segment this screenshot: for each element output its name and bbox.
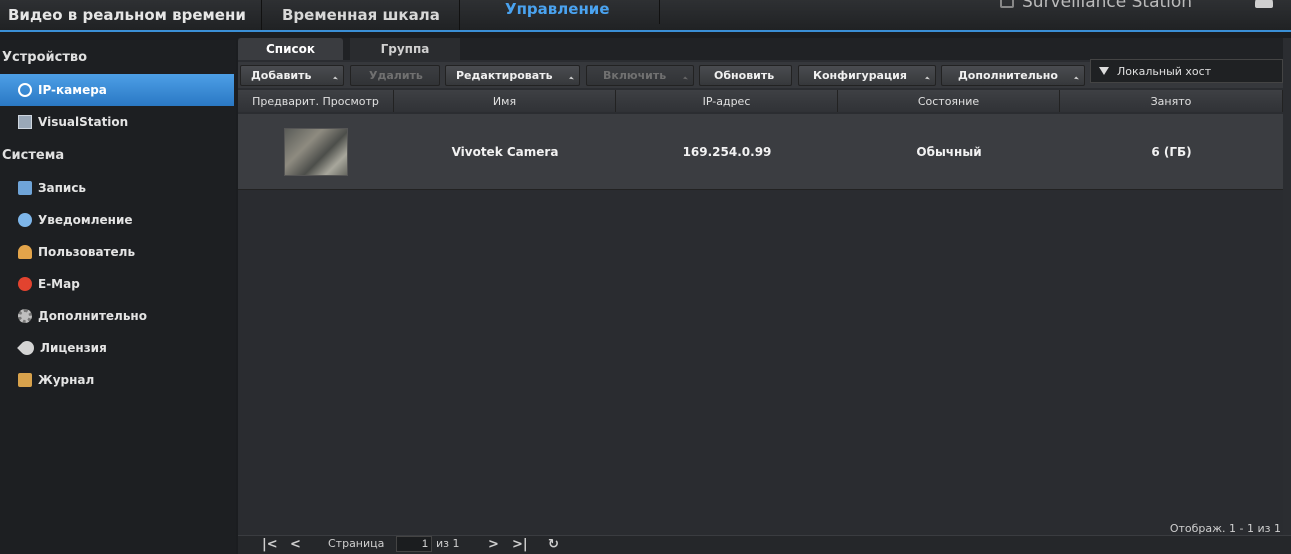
chevron-down-icon (1074, 76, 1079, 82)
chevron-down-icon (925, 76, 930, 82)
sidebar-item-label: Журнал (38, 373, 95, 387)
visualstation-icon (18, 115, 32, 129)
filter-icon (1099, 67, 1109, 75)
sidebar-item-label: Дополнительно (38, 309, 147, 323)
table-row[interactable]: Vivotek Camera 169.254.0.99 Обычный 6 (Г… (238, 114, 1283, 190)
table-header: Предварит. Просмотр Имя IP-адрес Состоян… (238, 90, 1283, 112)
recording-icon (18, 181, 32, 195)
tab-list[interactable]: Список (238, 38, 343, 60)
chevron-down-icon (683, 76, 688, 82)
last-page-icon[interactable]: >| (512, 537, 528, 552)
status-cell: Обычный (916, 145, 982, 159)
sidebar-item-ip-camera[interactable]: IP-камера (0, 74, 234, 106)
used-cell: 6 (ГБ) (1151, 145, 1192, 159)
chevron-down-icon (333, 76, 338, 82)
sidebar-item-label: E-Map (38, 277, 80, 291)
sidebar-item-visualstation[interactable]: VisualStation (0, 106, 236, 138)
name-cell: Vivotek Camera (451, 145, 559, 159)
pagination-bar: |< < Страница из 1 > >| ↻ Отображ. 1 - 1… (238, 522, 1291, 554)
user-menu-icon[interactable] (1255, 0, 1273, 8)
sub-tabs: Список Группа (238, 38, 1283, 60)
main-panel: Список Группа Добавить Удалить Редактиро… (238, 38, 1291, 554)
configuration-button-label: Конфигурация (813, 69, 907, 82)
notification-icon (18, 213, 32, 227)
host-filter[interactable]: Локальный хост (1090, 59, 1283, 83)
sidebar-item-label: VisualStation (38, 115, 129, 129)
sidebar-item-user[interactable]: Пользователь (0, 236, 236, 268)
table-empty-area (238, 190, 1283, 535)
sidebar-item-recording[interactable]: Запись (0, 172, 236, 204)
top-bar: Видео в реальном времени Временная шкала… (0, 0, 1291, 32)
refresh-button[interactable]: Обновить (699, 65, 792, 86)
add-button[interactable]: Добавить (240, 65, 344, 86)
sidebar-item-notification[interactable]: Уведомление (0, 204, 236, 236)
tab-management[interactable]: Управление (460, 0, 660, 24)
next-page-icon[interactable]: > (488, 537, 499, 552)
sidebar-item-label: Уведомление (38, 213, 133, 227)
sidebar-item-label: Лицензия (40, 341, 107, 355)
page-label: Страница (328, 537, 385, 550)
tab-timeline[interactable]: Временная шкала (262, 0, 460, 30)
sidebar-section-device: Устройство (2, 49, 88, 65)
page-input[interactable] (396, 536, 432, 552)
surveillance-station-icon (1000, 0, 1014, 8)
camera-icon (18, 83, 32, 97)
column-status[interactable]: Состояние (838, 90, 1060, 112)
refresh-icon[interactable]: ↻ (548, 537, 559, 552)
column-name[interactable]: Имя (394, 90, 616, 112)
edit-button[interactable]: Редактировать (445, 65, 580, 86)
emap-icon (18, 277, 32, 291)
more-button-label: Дополнительно (958, 69, 1058, 82)
log-icon (18, 373, 32, 387)
tab-group[interactable]: Группа (350, 38, 460, 60)
delete-button[interactable]: Удалить (350, 65, 440, 86)
prev-page-icon[interactable]: < (290, 537, 301, 552)
sidebar-item-license[interactable]: Лицензия (0, 332, 236, 364)
column-ip[interactable]: IP-адрес (616, 90, 838, 112)
host-filter-label: Локальный хост (1117, 64, 1212, 78)
tab-live-view[interactable]: Видео в реальном времени (0, 0, 262, 30)
sidebar-item-emap[interactable]: E-Map (0, 268, 236, 300)
camera-preview-thumbnail[interactable] (284, 128, 348, 176)
display-count: Отображ. 1 - 1 из 1 (1169, 522, 1281, 535)
page-of-label: из 1 (436, 537, 460, 550)
user-icon (18, 245, 32, 259)
sidebar-section-system: Система (2, 147, 65, 163)
configuration-button[interactable]: Конфигурация (798, 65, 936, 86)
delete-button-label: Удалить (369, 69, 423, 82)
sidebar-item-label: Запись (38, 181, 87, 195)
first-page-icon[interactable]: |< (262, 537, 278, 552)
sidebar: Устройство IP-камера VisualStation Систе… (0, 40, 236, 554)
sidebar-item-log[interactable]: Журнал (0, 364, 236, 396)
sidebar-item-advanced[interactable]: Дополнительно (0, 300, 236, 332)
column-preview[interactable]: Предварит. Просмотр (238, 90, 394, 112)
chevron-down-icon (569, 76, 574, 82)
add-button-label: Добавить (251, 69, 312, 82)
sidebar-item-label: Пользователь (38, 245, 136, 259)
advanced-icon (18, 309, 32, 323)
column-used[interactable]: Занято (1060, 90, 1283, 112)
ip-cell: 169.254.0.99 (682, 145, 772, 159)
enable-button[interactable]: Включить (586, 65, 694, 86)
license-icon (17, 338, 37, 358)
brand-title: Surveillance Station (1022, 0, 1193, 12)
refresh-button-label: Обновить (714, 69, 775, 82)
edit-button-label: Редактировать (456, 69, 553, 82)
sidebar-item-label: IP-камера (38, 83, 107, 97)
enable-button-label: Включить (603, 69, 667, 82)
more-button[interactable]: Дополнительно (941, 65, 1085, 86)
preview-cell (238, 114, 394, 190)
